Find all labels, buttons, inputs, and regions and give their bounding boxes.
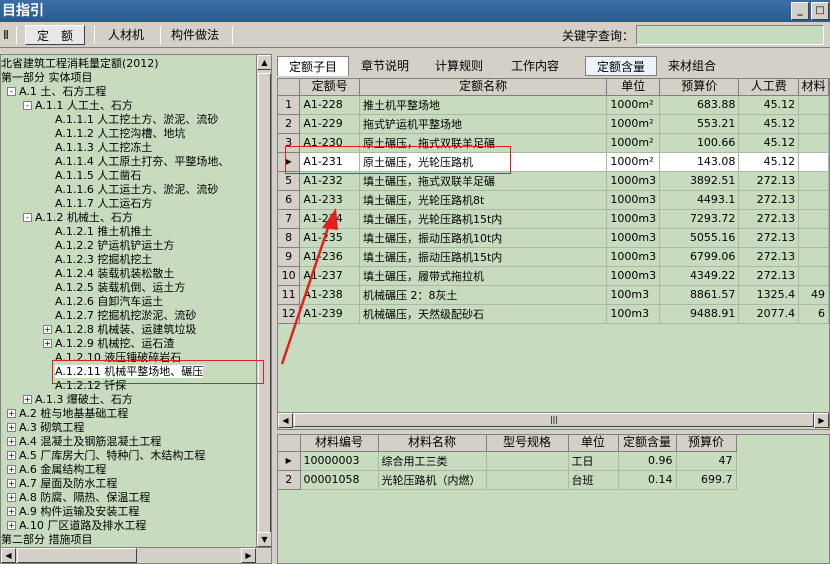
annotation-arrow: [280, 208, 338, 365]
